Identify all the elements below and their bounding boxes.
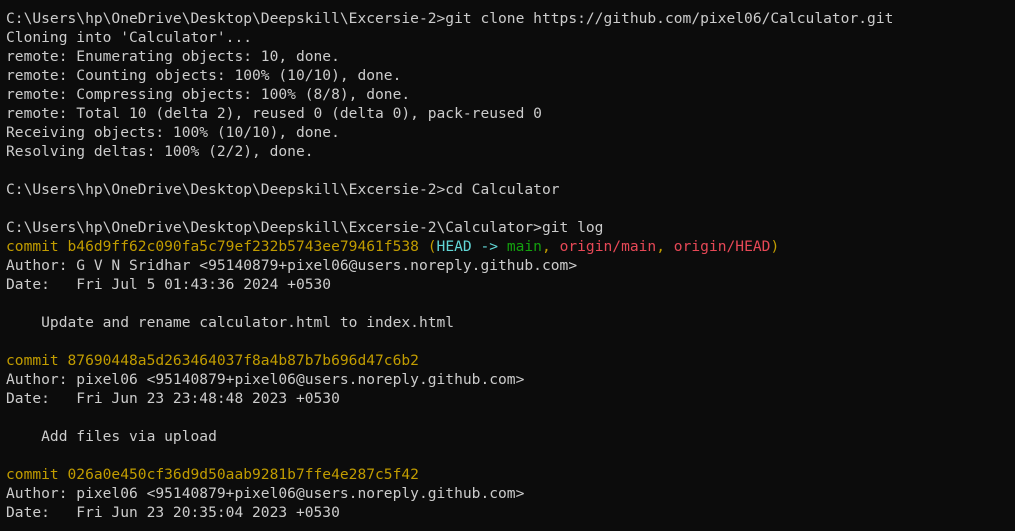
commit-author: Author: pixel06 <95140879+pixel06@users.…: [6, 485, 525, 502]
commit-message: Add files via upload: [6, 428, 217, 445]
commit-date: Date: Fri Jun 23 20:35:04 2023 +0530: [6, 504, 340, 521]
origin-main-ref: origin/main: [559, 238, 657, 255]
commit-date: Date: Fri Jun 23 23:48:48 2023 +0530: [6, 390, 340, 407]
commit-hash: commit b46d9ff62c090fa5c79ef232b5743ee79…: [6, 238, 419, 255]
commit-hash: commit 87690448a5d263464037f8a4b87b7b696…: [6, 352, 419, 369]
resolving-output: Resolving deltas: 100% (2/2), done.: [6, 143, 314, 160]
commit-author: Author: G V N Sridhar <95140879+pixel06@…: [6, 257, 578, 274]
refs-open: (: [418, 238, 437, 255]
cloning-output: Cloning into 'Calculator'...: [6, 29, 253, 46]
clone-command-line: C:\Users\hp\OneDrive\Desktop\Deepskill\E…: [6, 10, 894, 27]
ref-separator: ,: [541, 238, 560, 255]
main-branch-ref: main: [506, 238, 542, 255]
git-log-command-line: C:\Users\hp\OneDrive\Desktop\Deepskill\E…: [6, 219, 604, 236]
counting-output: remote: Counting objects: 100% (10/10), …: [6, 67, 402, 84]
commit-author: Author: pixel06 <95140879+pixel06@users.…: [6, 371, 525, 388]
commit-hash: commit 026a0e450cf36d9d50aab9281b7ffe4e2…: [6, 466, 419, 483]
ref-separator: ,: [656, 238, 674, 255]
cd-command-line: C:\Users\hp\OneDrive\Desktop\Deepskill\E…: [6, 181, 560, 198]
compressing-output: remote: Compressing objects: 100% (8/8),…: [6, 86, 411, 103]
enumerating-output: remote: Enumerating objects: 10, done.: [6, 48, 340, 65]
receiving-output: Receiving objects: 100% (10/10), done.: [6, 124, 340, 141]
origin-head-ref: origin/HEAD: [673, 238, 771, 255]
refs-close: ): [770, 238, 780, 255]
head-ref: HEAD ->: [436, 238, 507, 255]
total-output: remote: Total 10 (delta 2), reused 0 (de…: [6, 105, 542, 122]
commit-hash-line: commit b46d9ff62c090fa5c79ef232b5743ee79…: [6, 237, 1015, 256]
commit-date: Date: Fri Jul 5 01:43:36 2024 +0530: [6, 276, 332, 293]
terminal-window[interactable]: C:\Users\hp\OneDrive\Desktop\Deepskill\E…: [0, 0, 1015, 531]
commit-message: Update and rename calculator.html to ind…: [6, 314, 455, 331]
